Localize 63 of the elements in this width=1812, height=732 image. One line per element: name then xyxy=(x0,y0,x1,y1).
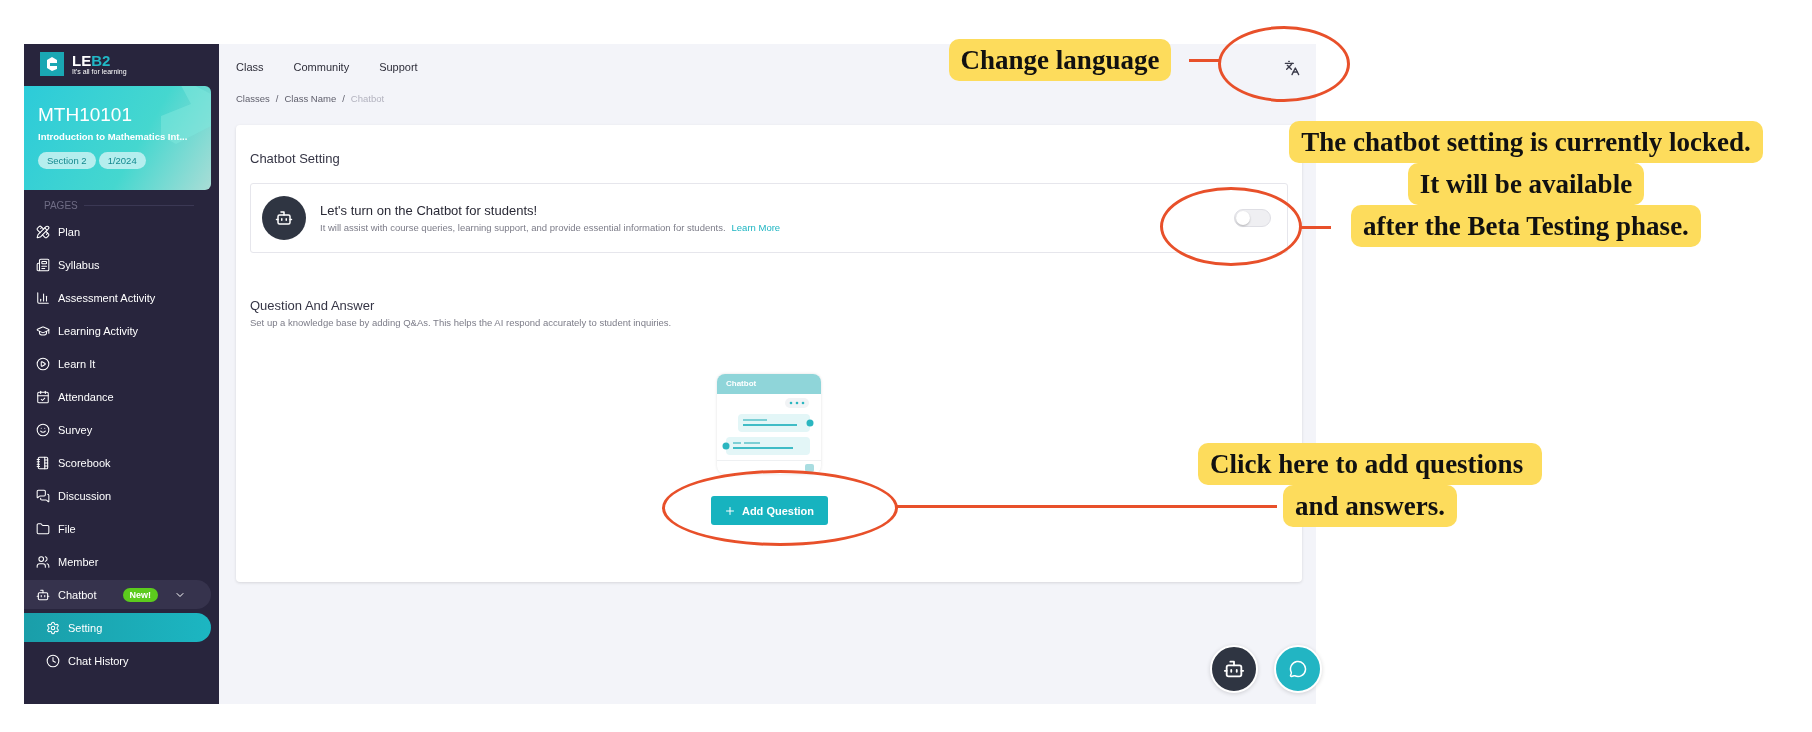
sidebar-item[interactable]: File xyxy=(24,514,211,543)
breadcrumb-link[interactable]: Class Name xyxy=(284,92,337,104)
sidebar-item[interactable]: Survey xyxy=(24,415,211,444)
sidebar-item[interactable]: Discussion xyxy=(24,481,211,510)
section-title: Chatbot Setting xyxy=(250,151,340,166)
newspaper-icon xyxy=(36,257,50,272)
play-icon xyxy=(36,356,50,371)
ruler-pencil-icon xyxy=(36,224,50,239)
chatbot-button[interactable] xyxy=(1210,645,1258,693)
breadcrumb-separator: / xyxy=(275,92,279,104)
section-label: PAGES xyxy=(44,200,78,211)
course-title: Introduction to Mathematics Int... xyxy=(38,131,189,142)
bar-chart-icon xyxy=(36,290,50,305)
leader-line xyxy=(1189,59,1219,62)
robot-icon xyxy=(36,587,50,602)
course-tag: 1/2024 xyxy=(98,152,146,169)
breadcrumb-separator: / xyxy=(342,92,345,104)
annotation-callout: The chatbot setting is currently locked. xyxy=(1289,121,1763,163)
robot-icon xyxy=(1223,658,1245,680)
people-icon xyxy=(36,554,50,569)
course-tag: Section 2 xyxy=(38,152,96,169)
section-title: Question And Answer xyxy=(250,298,375,313)
nav-link[interactable]: Community xyxy=(293,61,350,73)
graduation-cap-icon xyxy=(36,323,50,338)
sidebar-item[interactable]: Syllabus xyxy=(24,250,211,279)
logo-name: LEB2 xyxy=(72,52,112,68)
sidebar-item[interactable]: Plan xyxy=(24,217,211,246)
course-code: MTH10101 xyxy=(38,104,133,126)
toggle-switch[interactable] xyxy=(1234,209,1271,227)
panel-heading: Let's turn on the Chatbot for students! xyxy=(320,203,539,218)
annotation-callout: Click here to add questions xyxy=(1198,443,1542,485)
leader-line xyxy=(1301,226,1331,229)
chat-icon xyxy=(1289,660,1307,678)
logo-icon xyxy=(40,52,64,76)
new-badge: New! xyxy=(122,587,159,602)
sidebar-item[interactable]: Attendance xyxy=(24,382,211,411)
annotation-callout: and answers. xyxy=(1283,485,1457,527)
plus-icon xyxy=(723,504,736,517)
nav-link[interactable]: Support xyxy=(379,61,418,73)
calendar-check-icon xyxy=(36,389,50,404)
annotation-callout: Change language xyxy=(948,39,1172,81)
panel-description: It will assist with course queries, learning support, and provide essential information for students. Learn More xyxy=(320,222,782,233)
clock-icon xyxy=(46,653,60,668)
sidebar-item[interactable]: Assessment Activity xyxy=(24,283,211,312)
robot-avatar xyxy=(262,196,306,240)
smile-icon xyxy=(36,422,50,437)
notebook-icon xyxy=(36,455,50,470)
sidebar-subitem[interactable]: Chat History xyxy=(24,646,211,675)
settings-icon xyxy=(46,620,60,635)
sidebar-item[interactable]: Learn It xyxy=(24,349,211,378)
sidebar-item[interactable]: Chatbot New! xyxy=(24,580,211,609)
chat-bubbles-icon xyxy=(36,488,50,503)
annotation-callout: It will be available xyxy=(1407,163,1645,205)
breadcrumb-link[interactable]: Classes xyxy=(236,92,270,104)
section-description: Set up a knowledge base by adding Q&As. This helps the AI respond accurately to student inquiries. xyxy=(250,317,672,328)
translate-icon[interactable] xyxy=(1284,60,1300,76)
sidebar-item[interactable]: Scorebook xyxy=(24,448,211,477)
nav-link[interactable]: Class xyxy=(236,61,264,73)
illustration-title: Chatbot xyxy=(717,374,821,394)
folder-icon xyxy=(36,521,50,536)
annotation-callout: after the Beta Testing phase. xyxy=(1351,205,1701,247)
sidebar-item[interactable]: Learning Activity xyxy=(24,316,211,345)
sidebar-item[interactable]: Member xyxy=(24,547,211,576)
